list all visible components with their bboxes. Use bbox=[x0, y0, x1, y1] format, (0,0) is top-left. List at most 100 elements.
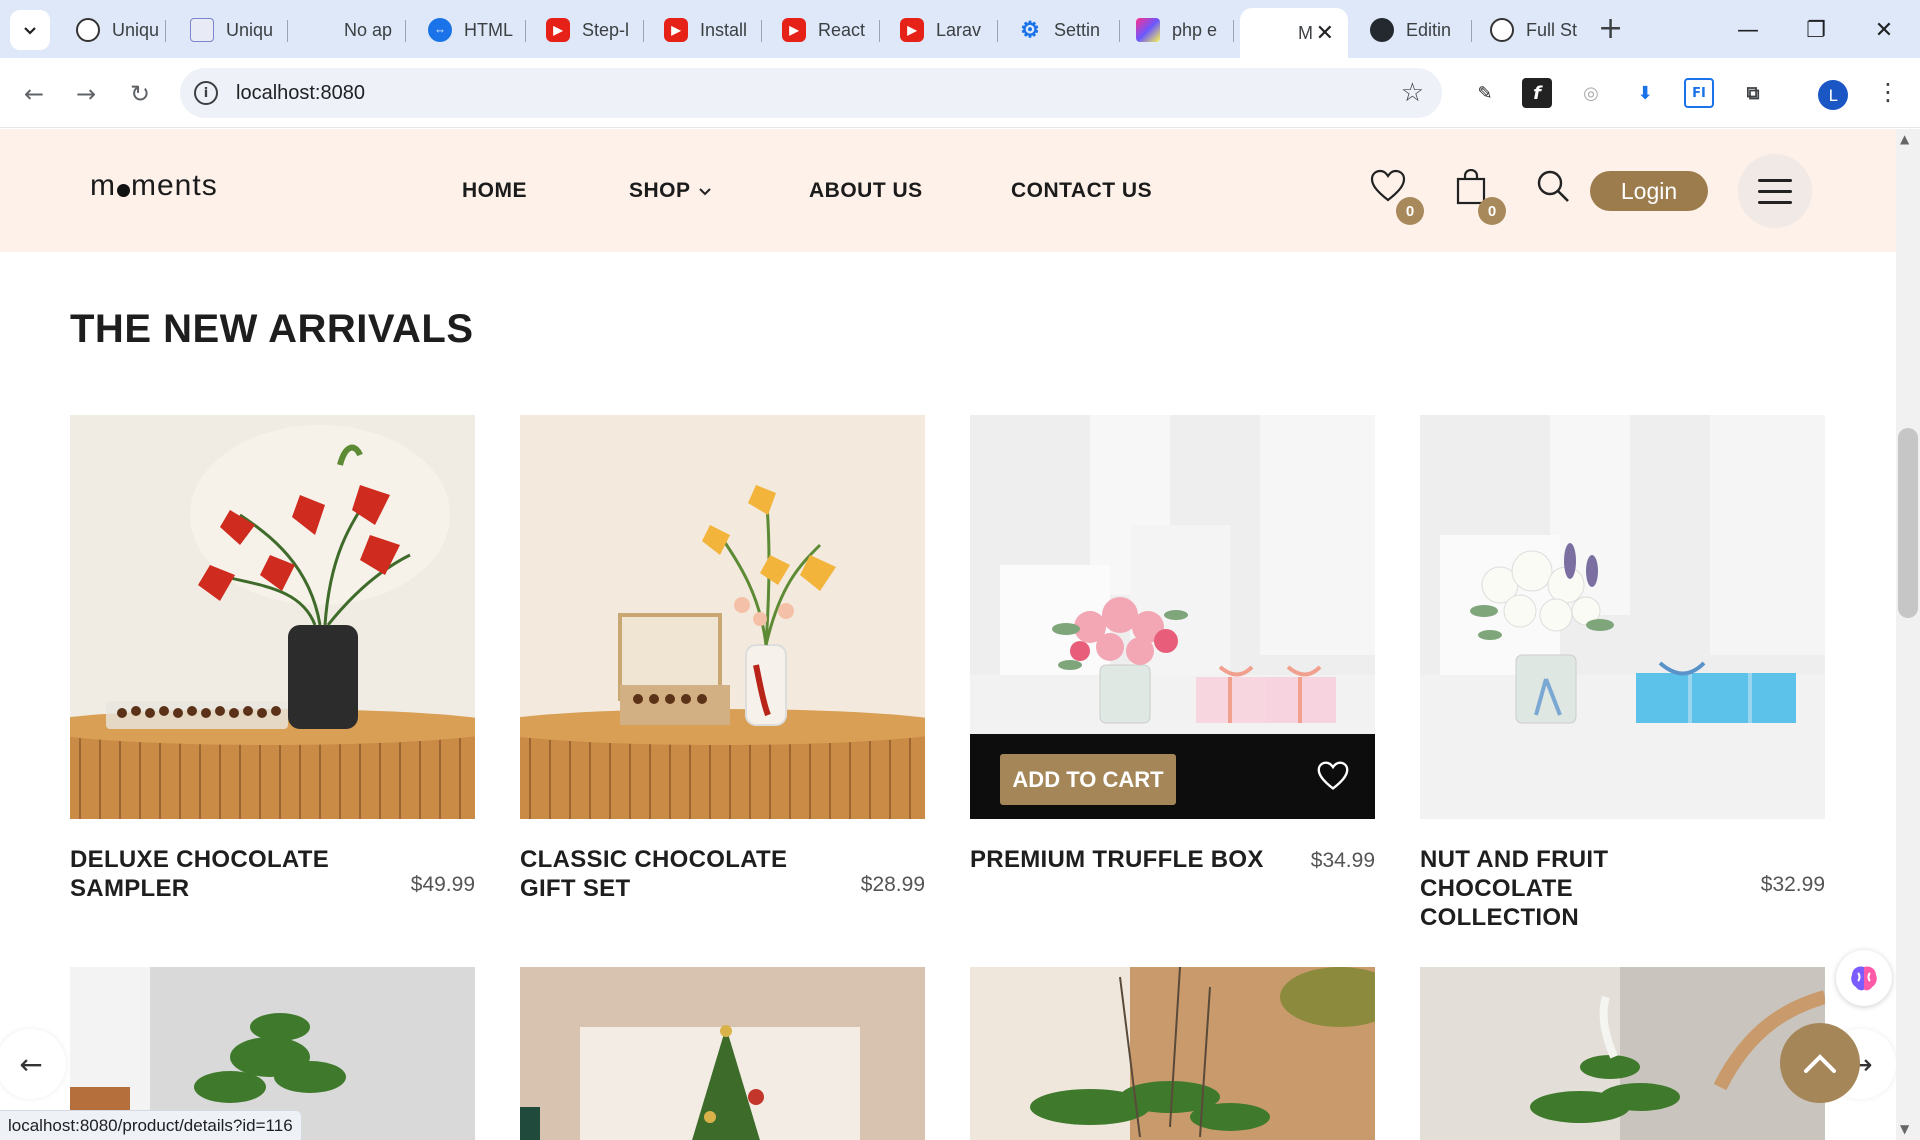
tab-label: HTML bbox=[464, 19, 513, 40]
browser-tab[interactable]: Uniqu bbox=[180, 8, 288, 52]
youtube-icon: ▶ bbox=[664, 18, 688, 42]
eyedropper-extension-icon[interactable]: ✎ bbox=[1470, 78, 1500, 108]
tab-search-button[interactable] bbox=[10, 10, 50, 50]
extensions-puzzle-icon[interactable]: ⧉ bbox=[1738, 78, 1768, 108]
browser-tab[interactable]: ▶ Step-l bbox=[536, 8, 644, 52]
heart-icon bbox=[1370, 169, 1406, 202]
site-logo[interactable]: m ments bbox=[90, 169, 218, 203]
browser-tab[interactable]: No ap bbox=[298, 8, 406, 52]
add-to-wishlist-heart-icon[interactable] bbox=[1317, 760, 1349, 792]
tab-label: No ap bbox=[344, 19, 393, 40]
brain-icon bbox=[1851, 966, 1877, 991]
product-photo bbox=[970, 967, 1375, 1140]
browser-tab[interactable]: ▶ Larav bbox=[890, 8, 998, 52]
product-photo bbox=[1420, 967, 1825, 1140]
site-info-icon[interactable]: i bbox=[194, 81, 218, 105]
product-card-partial[interactable] bbox=[1420, 967, 1825, 1140]
product-card[interactable]: ADD TO CART PREMIUM TRUFFLE BOX $34.99 bbox=[970, 415, 1375, 873]
new-tab-button[interactable]: + bbox=[1598, 12, 1623, 46]
doc-icon bbox=[190, 18, 214, 42]
add-to-cart-button[interactable]: ADD TO CART bbox=[1000, 754, 1176, 805]
hamburger-line bbox=[1758, 189, 1792, 193]
login-button[interactable]: Login bbox=[1590, 171, 1708, 211]
fi-extension-icon[interactable]: FI bbox=[1684, 78, 1714, 108]
bookmark-star-icon[interactable]: ☆ bbox=[1401, 78, 1424, 108]
product-image[interactable]: ADD TO CART bbox=[970, 415, 1375, 819]
browser-tab[interactable]: Full St bbox=[1480, 8, 1584, 52]
product-name[interactable]: DELUXE CHOCOLATE SAMPLER bbox=[70, 845, 370, 903]
tab-label: React bbox=[818, 19, 866, 40]
scroll-down-arrow-icon[interactable]: ▼ bbox=[1900, 1122, 1909, 1136]
restore-button[interactable]: ❐ bbox=[1786, 10, 1846, 50]
compass-extension-icon[interactable]: ◎ bbox=[1576, 78, 1606, 108]
product-image[interactable] bbox=[1420, 415, 1825, 819]
arrow-left-icon: ← bbox=[19, 1047, 43, 1081]
gear-icon: ⚙ bbox=[1020, 17, 1040, 42]
nav-home[interactable]: HOME bbox=[462, 179, 527, 203]
youtube-icon: ▶ bbox=[900, 18, 924, 42]
logo-text-end: ments bbox=[131, 169, 218, 202]
product-image[interactable] bbox=[70, 415, 475, 819]
browser-tab[interactable]: Editin bbox=[1360, 8, 1472, 52]
browser-tab[interactable]: ▶ React bbox=[772, 8, 880, 52]
browser-tab[interactable]: ⚙ Settin bbox=[1008, 8, 1120, 52]
download-extension-icon[interactable]: ⬇ bbox=[1630, 78, 1660, 108]
back-button[interactable]: ← bbox=[16, 76, 52, 112]
product-image[interactable] bbox=[520, 415, 925, 819]
back-to-top-button[interactable] bbox=[1780, 1023, 1860, 1103]
jetbrains-icon bbox=[1136, 18, 1160, 42]
product-name[interactable]: CLASSIC CHOCOLATE GIFT SET bbox=[520, 845, 820, 903]
browser-tab[interactable]: ⇔ HTML bbox=[418, 8, 526, 52]
chatgpt-icon bbox=[1490, 18, 1514, 42]
page-scrollbar[interactable] bbox=[1896, 129, 1920, 1140]
product-card[interactable]: NUT AND FRUIT CHOCOLATE COLLECTION $32.9… bbox=[1420, 415, 1825, 931]
tab-label: Install bbox=[700, 19, 748, 40]
browser-tab[interactable]: ▶ Install bbox=[654, 8, 762, 52]
profile-avatar[interactable]: L bbox=[1818, 80, 1848, 110]
nav-shop[interactable]: SHOP bbox=[629, 179, 712, 203]
address-bar[interactable]: i localhost:8080 ☆ bbox=[180, 68, 1442, 118]
logo-text-start: m bbox=[90, 169, 116, 202]
tab-label: Uniqu bbox=[226, 19, 274, 40]
close-window-button[interactable]: ✕ bbox=[1854, 10, 1914, 50]
section-title: THE NEW ARRIVALS bbox=[70, 307, 474, 351]
nav-shop-label: SHOP bbox=[629, 179, 691, 202]
search-icon bbox=[1537, 170, 1569, 202]
product-name[interactable]: NUT AND FRUIT CHOCOLATE COLLECTION bbox=[1420, 845, 1720, 932]
browser-tab[interactable]: Uniqu bbox=[66, 8, 166, 52]
nav-about-us[interactable]: ABOUT US bbox=[809, 179, 923, 203]
product-name[interactable]: PREMIUM TRUFFLE BOX bbox=[970, 845, 1270, 874]
chevron-up-icon bbox=[1804, 1054, 1836, 1073]
hamburger-menu-button[interactable] bbox=[1738, 154, 1812, 228]
fonts-extension-icon[interactable]: f bbox=[1522, 78, 1552, 108]
html-icon: ⇔ bbox=[428, 18, 452, 42]
url-text[interactable]: localhost:8080 bbox=[236, 82, 365, 105]
carousel-prev-button[interactable]: ← bbox=[0, 1029, 66, 1099]
tab-label: Settin bbox=[1054, 19, 1101, 40]
browser-tab[interactable]: php e bbox=[1126, 8, 1234, 52]
browser-tab-strip: Uniqu Uniqu No ap ⇔ HTML ▶ Step-l ▶ Inst… bbox=[0, 0, 1920, 58]
forward-button[interactable]: → bbox=[68, 76, 104, 112]
close-tab-icon[interactable]: ✕ bbox=[1316, 20, 1334, 46]
minimize-button[interactable]: — bbox=[1718, 10, 1778, 50]
browser-tab-active[interactable]: M ✕ bbox=[1240, 8, 1348, 58]
search-button[interactable] bbox=[1536, 169, 1576, 209]
ai-assistant-button[interactable] bbox=[1836, 950, 1892, 1006]
product-card[interactable]: CLASSIC CHOCOLATE GIFT SET $28.99 bbox=[520, 415, 925, 902]
scrollbar-thumb[interactable] bbox=[1898, 428, 1918, 618]
product-card-partial[interactable] bbox=[970, 967, 1375, 1140]
page-viewport: m ments HOME SHOP ABOUT US CONTACT US 0 0… bbox=[0, 129, 1896, 1140]
youtube-icon: ▶ bbox=[782, 18, 806, 42]
product-card-partial[interactable] bbox=[520, 967, 925, 1140]
product-price: $32.99 bbox=[1760, 873, 1825, 896]
product-card[interactable]: DELUXE CHOCOLATE SAMPLER $49.99 bbox=[70, 415, 475, 902]
chatgpt-icon bbox=[76, 18, 100, 42]
product-photo bbox=[520, 415, 925, 819]
product-photo bbox=[70, 415, 475, 819]
hamburger-line bbox=[1758, 178, 1792, 182]
nav-contact-us[interactable]: CONTACT US bbox=[1011, 179, 1152, 203]
browser-menu-icon[interactable]: ⋮ bbox=[1876, 78, 1900, 106]
scroll-up-arrow-icon[interactable]: ▲ bbox=[1900, 132, 1909, 146]
reload-button[interactable]: ↻ bbox=[122, 76, 158, 112]
youtube-icon: ▶ bbox=[546, 18, 570, 42]
